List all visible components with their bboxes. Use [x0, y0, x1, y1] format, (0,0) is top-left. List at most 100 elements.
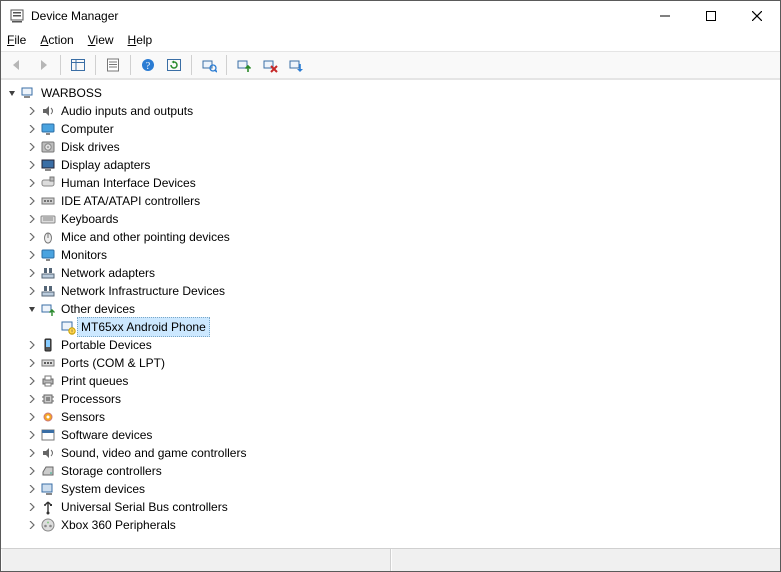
tree-item[interactable]: Xbox 360 Peripherals	[23, 516, 778, 534]
toolbar-help-button[interactable]: ?	[136, 53, 160, 77]
chevron-right-icon[interactable]	[25, 503, 39, 511]
disk-icon	[39, 139, 57, 155]
chevron-right-icon[interactable]	[25, 143, 39, 151]
toolbar-forward-button[interactable]	[31, 53, 55, 77]
tree-item-label: Sound, video and game controllers	[57, 443, 250, 463]
toolbar-uninstall-button[interactable]	[258, 53, 282, 77]
tree-item[interactable]: Other devices	[23, 300, 778, 318]
menu-help[interactable]: Help	[128, 33, 153, 47]
chevron-right-icon[interactable]	[25, 161, 39, 169]
tree-item-label: Network adapters	[57, 263, 159, 283]
device-tree[interactable]: WARBOSSAudio inputs and outputsComputerD…	[1, 80, 780, 548]
chevron-right-icon[interactable]	[25, 359, 39, 367]
toolbar-refresh-button[interactable]	[162, 53, 186, 77]
tree-item[interactable]: System devices	[23, 480, 778, 498]
tree-item[interactable]: Storage controllers	[23, 462, 778, 480]
tree-item[interactable]: Software devices	[23, 426, 778, 444]
toolbar-back-button[interactable]	[5, 53, 29, 77]
chevron-right-icon[interactable]	[25, 467, 39, 475]
mouse-icon	[39, 229, 57, 245]
tree-item-label: Computer	[57, 119, 118, 139]
port-icon	[39, 355, 57, 371]
tree-item[interactable]: Display adapters	[23, 156, 778, 174]
keyboard-icon	[39, 211, 57, 227]
tree-item[interactable]: Sound, video and game controllers	[23, 444, 778, 462]
tree-item-label: Display adapters	[57, 155, 154, 175]
toolbar-disable-button[interactable]	[284, 53, 308, 77]
tree-item[interactable]: Computer	[23, 120, 778, 138]
chevron-right-icon[interactable]	[25, 197, 39, 205]
tree-item[interactable]: Ports (COM & LPT)	[23, 354, 778, 372]
tree-item-label: MT65xx Android Phone	[77, 317, 210, 337]
portable-icon	[39, 337, 57, 353]
tree-item-label: Processors	[57, 389, 125, 409]
chevron-right-icon[interactable]	[25, 395, 39, 403]
menu-action[interactable]: Action	[40, 33, 73, 47]
tree-item-label: Sensors	[57, 407, 109, 427]
device-manager-window: Device Manager File Action View Help	[0, 0, 781, 572]
chevron-right-icon[interactable]	[25, 215, 39, 223]
chevron-right-icon[interactable]	[25, 413, 39, 421]
tree-item[interactable]: Processors	[23, 390, 778, 408]
toolbar-update-driver-button[interactable]	[232, 53, 256, 77]
tree-item[interactable]: Audio inputs and outputs	[23, 102, 778, 120]
chevron-right-icon[interactable]	[25, 233, 39, 241]
chevron-right-icon[interactable]	[25, 449, 39, 457]
window-controls	[642, 1, 780, 31]
chevron-right-icon[interactable]	[25, 521, 39, 529]
tree-item[interactable]: Sensors	[23, 408, 778, 426]
toolbar-properties-button[interactable]	[101, 53, 125, 77]
chevron-right-icon[interactable]	[25, 251, 39, 259]
menu-file[interactable]: File	[7, 33, 26, 47]
hid-icon	[39, 175, 57, 191]
toolbar: ?	[1, 51, 780, 79]
svg-text:?: ?	[146, 61, 151, 72]
chevron-right-icon[interactable]	[25, 485, 39, 493]
chevron-right-icon[interactable]	[25, 269, 39, 277]
tree-item[interactable]: Mice and other pointing devices	[23, 228, 778, 246]
chevron-right-icon[interactable]	[25, 125, 39, 133]
tree-item[interactable]: Universal Serial Bus controllers	[23, 498, 778, 516]
ide-icon	[39, 193, 57, 209]
chevron-right-icon[interactable]	[25, 179, 39, 187]
tree-item[interactable]: IDE ATA/ATAPI controllers	[23, 192, 778, 210]
toolbar-scan-button[interactable]	[197, 53, 221, 77]
close-button[interactable]	[734, 1, 780, 31]
tree-item-label: Mice and other pointing devices	[57, 227, 234, 247]
tree-item[interactable]: !MT65xx Android Phone	[43, 318, 778, 336]
tree-item-label: Audio inputs and outputs	[57, 101, 197, 121]
network-icon	[39, 283, 57, 299]
tree-root-item[interactable]: WARBOSS	[3, 84, 778, 102]
chevron-right-icon[interactable]	[25, 431, 39, 439]
menu-view[interactable]: View	[88, 33, 114, 47]
tree-item[interactable]: Portable Devices	[23, 336, 778, 354]
chevron-right-icon[interactable]	[25, 341, 39, 349]
chevron-right-icon[interactable]	[25, 107, 39, 115]
tree-item[interactable]: Monitors	[23, 246, 778, 264]
tree-item-label: Print queues	[57, 371, 132, 391]
tree-item-label: Software devices	[57, 425, 156, 445]
chevron-right-icon[interactable]	[25, 377, 39, 385]
minimize-button[interactable]	[642, 1, 688, 31]
tree-item-label: WARBOSS	[37, 83, 106, 103]
maximize-button[interactable]	[688, 1, 734, 31]
cpu-icon	[39, 391, 57, 407]
tree-item[interactable]: Disk drives	[23, 138, 778, 156]
tree-item[interactable]: Keyboards	[23, 210, 778, 228]
speaker-icon	[39, 445, 57, 461]
titlebar[interactable]: Device Manager	[1, 1, 780, 31]
tree-item[interactable]: Human Interface Devices	[23, 174, 778, 192]
tree-item-label: Monitors	[57, 245, 111, 265]
tree-item-label: Human Interface Devices	[57, 173, 200, 193]
display-icon	[39, 157, 57, 173]
chevron-down-icon[interactable]	[5, 89, 19, 97]
chevron-down-icon[interactable]	[25, 305, 39, 313]
toolbar-tree-button[interactable]	[66, 53, 90, 77]
sensor-icon	[39, 409, 57, 425]
chevron-right-icon[interactable]	[25, 287, 39, 295]
tree-item[interactable]: Print queues	[23, 372, 778, 390]
tree-item[interactable]: Network Infrastructure Devices	[23, 282, 778, 300]
tree-item[interactable]: Network adapters	[23, 264, 778, 282]
tree-item-label: Other devices	[57, 299, 139, 319]
tree-item-label: Portable Devices	[57, 335, 156, 355]
